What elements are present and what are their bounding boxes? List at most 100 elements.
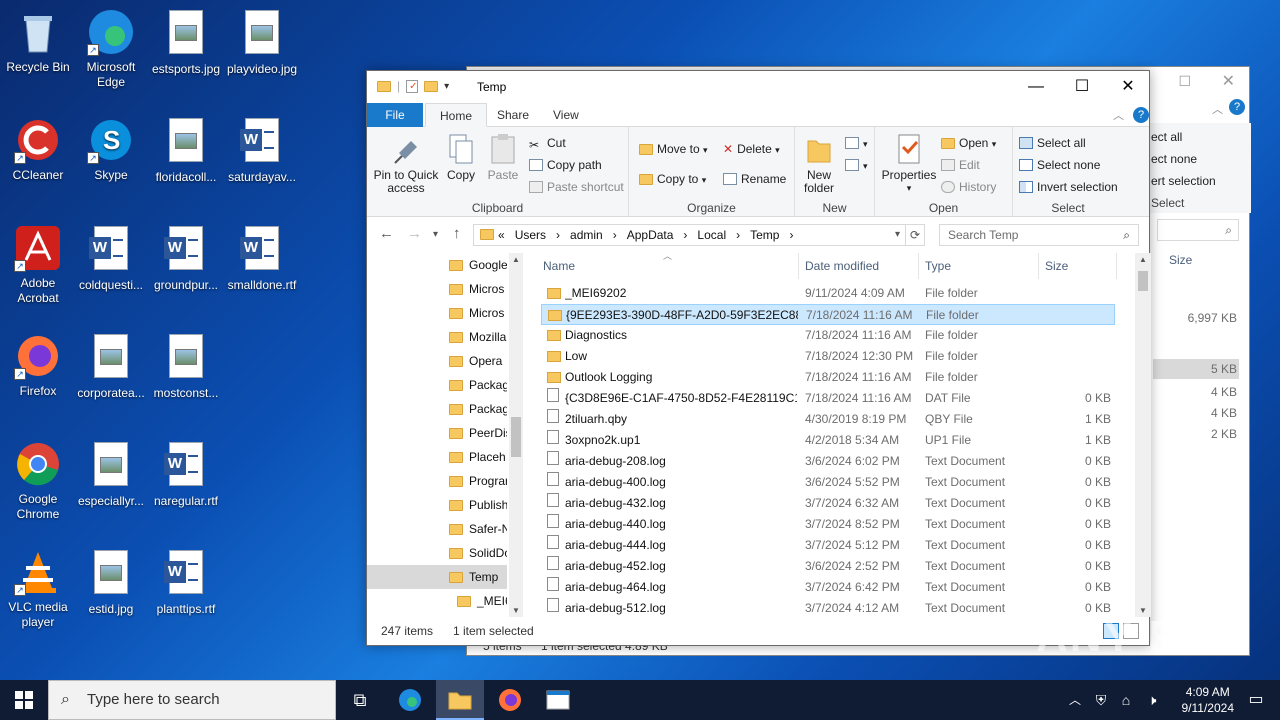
security-icon[interactable]: ⛨ xyxy=(1090,680,1112,720)
paste-shortcut-button[interactable]: Paste shortcut xyxy=(529,177,624,197)
scrollbar-thumb[interactable] xyxy=(511,417,521,457)
desktop-icon-especiallyr[interactable]: especiallyr... xyxy=(73,440,149,509)
file-row[interactable]: aria-debug-208.log 3/6/2024 6:02 PM Text D… xyxy=(541,451,1115,472)
edge-taskbar-icon[interactable] xyxy=(386,680,434,720)
file-list-scrollbar[interactable]: ▲ ▼ xyxy=(1135,253,1151,617)
easy-access-button[interactable]: ▾ xyxy=(845,155,868,175)
nav-item[interactable]: Opera xyxy=(367,349,507,373)
file-row[interactable]: aria-debug-452.log 3/6/2024 2:52 PM Text D… xyxy=(541,556,1115,577)
explorer-window[interactable]: | ✓ ▾ Temp — ☐ ✕ File Home Share View ︿ … xyxy=(366,70,1151,646)
system-clock[interactable]: 4:09 AM 9/11/2024 xyxy=(1182,684,1235,716)
desktop-icon-edge[interactable]: ↗ Microsoft Edge xyxy=(73,8,149,90)
invert-selection-button[interactable]: Invert selection xyxy=(1019,177,1118,197)
desktop-icon-naregular[interactable]: W naregular.rtf xyxy=(148,440,224,509)
desktop-icon-estid[interactable]: estid.jpg xyxy=(73,548,149,617)
up-arrow-icon[interactable]: ↑ xyxy=(453,225,461,242)
search-input[interactable]: Search Temp ⌕ xyxy=(939,224,1139,246)
copy-path-button[interactable]: Copy path xyxy=(529,155,602,175)
customize-qat-icon[interactable]: ▾ xyxy=(444,81,449,92)
tab-view[interactable]: View xyxy=(539,103,593,127)
file-row[interactable]: aria-debug-512.log 3/7/2024 4:12 AM Text D… xyxy=(541,598,1115,617)
back-arrow-icon[interactable]: ← xyxy=(379,225,394,242)
edit-button[interactable]: Edit xyxy=(941,155,980,175)
desktop-icon-acrobat[interactable]: ↗ Adobe Acrobat xyxy=(0,224,76,306)
file-row-selected[interactable]: {9EE293E3-390D-48FF-A2D0-59F3E2EC88... 7/… xyxy=(541,304,1115,325)
bg-select-none[interactable]: ect none xyxy=(1151,149,1197,169)
breadcrumb-separator[interactable]: › xyxy=(789,225,793,245)
firefox-taskbar-icon[interactable] xyxy=(486,680,534,720)
collapse-ribbon-icon[interactable]: ︿ xyxy=(1212,101,1223,117)
nav-item[interactable]: Packag xyxy=(367,397,507,421)
collapse-ribbon-icon[interactable]: ︿ xyxy=(1113,107,1124,123)
address-dropdown-icon[interactable]: ▾ xyxy=(895,225,900,245)
breadcrumb-separator[interactable]: › xyxy=(683,225,687,245)
breadcrumb-admin[interactable]: admin xyxy=(570,225,603,245)
refresh-icon[interactable]: ⟳ xyxy=(905,224,925,246)
new-item-button[interactable]: ▾ xyxy=(845,133,868,153)
select-none-button[interactable]: Select none xyxy=(1019,155,1100,175)
file-row[interactable]: Outlook Logging 7/18/2024 11:16 AM File fo… xyxy=(541,367,1115,388)
select-all-button[interactable]: Select all xyxy=(1019,133,1086,153)
minimize-button[interactable]: — xyxy=(1013,71,1059,103)
scroll-up-icon[interactable]: ▲ xyxy=(512,255,520,264)
close-icon[interactable]: ✕ xyxy=(1222,71,1235,91)
nav-item-temp[interactable]: Temp xyxy=(367,565,507,589)
desktop-icon-coldquesti[interactable]: W coldquesti... xyxy=(73,224,149,293)
nav-item[interactable]: Mozilla xyxy=(367,325,507,349)
desktop-icon-estsports[interactable]: estsports.jpg xyxy=(148,8,224,77)
desktop-icon-ccleaner[interactable]: ↗ CCleaner xyxy=(0,116,76,183)
nav-item[interactable]: Packag xyxy=(367,373,507,397)
nav-pane-scrollbar[interactable]: ▲ ▼ xyxy=(509,253,523,617)
desktop-icon-groundpur[interactable]: W groundpur... xyxy=(148,224,224,293)
desktop-icon-skype[interactable]: S ↗ Skype xyxy=(73,116,149,183)
volume-icon[interactable]: 🕨 xyxy=(1140,680,1164,720)
copy-to-button[interactable]: Copy to ▾ xyxy=(639,169,706,189)
new-folder-icon[interactable] xyxy=(424,80,439,92)
bg-search-box[interactable]: ⌕ xyxy=(1157,219,1239,241)
bg-size-header[interactable]: Size xyxy=(1169,253,1192,267)
start-button[interactable] xyxy=(0,680,48,720)
copy-button[interactable]: Copy xyxy=(443,133,479,182)
nav-item[interactable]: SolidDo xyxy=(367,541,507,565)
network-icon[interactable]: ⌂ xyxy=(1114,680,1138,720)
forward-arrow-icon[interactable]: → xyxy=(407,225,422,242)
nav-item[interactable]: Placeh xyxy=(367,445,507,469)
title-bar[interactable]: | ✓ ▾ Temp — ☐ ✕ xyxy=(367,71,1149,103)
nav-item[interactable]: Google xyxy=(367,253,507,277)
properties-icon[interactable]: ✓ xyxy=(406,79,419,93)
desktop-icon-smalldone[interactable]: W smalldone.rtf xyxy=(224,224,300,293)
desktop-icon-saturdayav[interactable]: W saturdayav... xyxy=(224,116,300,185)
file-row[interactable]: aria-debug-400.log 3/6/2024 5:52 PM Text D… xyxy=(541,472,1115,493)
nav-item[interactable]: Progran xyxy=(367,469,507,493)
open-button[interactable]: Open ▾ xyxy=(941,133,996,153)
desktop-icon-planttips[interactable]: W planttips.rtf xyxy=(148,548,224,617)
tab-share[interactable]: Share xyxy=(483,103,543,127)
desktop-icon-floridacoll[interactable]: floridacoll... xyxy=(148,116,224,185)
window-app-taskbar-icon[interactable] xyxy=(534,680,582,720)
history-button[interactable]: History xyxy=(941,177,996,197)
cut-button[interactable]: ✂ Cut xyxy=(529,133,566,153)
file-explorer-taskbar-icon[interactable] xyxy=(436,680,484,720)
nav-item[interactable]: Publish xyxy=(367,493,507,517)
tab-file[interactable]: File xyxy=(367,103,423,127)
nav-item[interactable]: Micros xyxy=(367,301,507,325)
breadcrumb-appdata[interactable]: AppData xyxy=(627,225,674,245)
file-row[interactable]: aria-debug-464.log 3/7/2024 6:42 PM Text D… xyxy=(541,577,1115,598)
breadcrumb-separator[interactable]: › xyxy=(556,225,560,245)
desktop-icon-vlc[interactable]: ↗ VLC media player xyxy=(0,548,76,630)
breadcrumb-users[interactable]: Users xyxy=(515,225,546,245)
maximize-button[interactable]: ☐ xyxy=(1059,71,1105,103)
scroll-up-icon[interactable]: ▲ xyxy=(1139,255,1147,264)
maximize-icon[interactable]: ☐ xyxy=(1178,73,1191,90)
file-row[interactable]: _MEI69202 9/11/2024 4:09 AM File folder xyxy=(541,283,1115,304)
show-hidden-icons-chevron-icon[interactable]: ︿ xyxy=(1064,680,1086,720)
file-row[interactable]: Low 7/18/2024 12:30 PM File folder xyxy=(541,346,1115,367)
nav-item[interactable]: _MEI6 xyxy=(367,589,507,613)
file-row[interactable]: 2tiluarh.qby 4/30/2019 8:19 PM QBY File 1 K… xyxy=(541,409,1115,430)
move-to-button[interactable]: Move to ▾ xyxy=(639,139,708,159)
breadcrumb-temp[interactable]: Temp xyxy=(750,225,779,245)
taskbar-search-input[interactable]: ⌕ Type here to search xyxy=(48,680,336,720)
file-row[interactable]: aria-debug-432.log 3/7/2024 6:32 AM Text D… xyxy=(541,493,1115,514)
desktop-icon-corporatea[interactable]: corporatea... xyxy=(73,332,149,401)
rename-button[interactable]: Rename xyxy=(723,169,786,189)
